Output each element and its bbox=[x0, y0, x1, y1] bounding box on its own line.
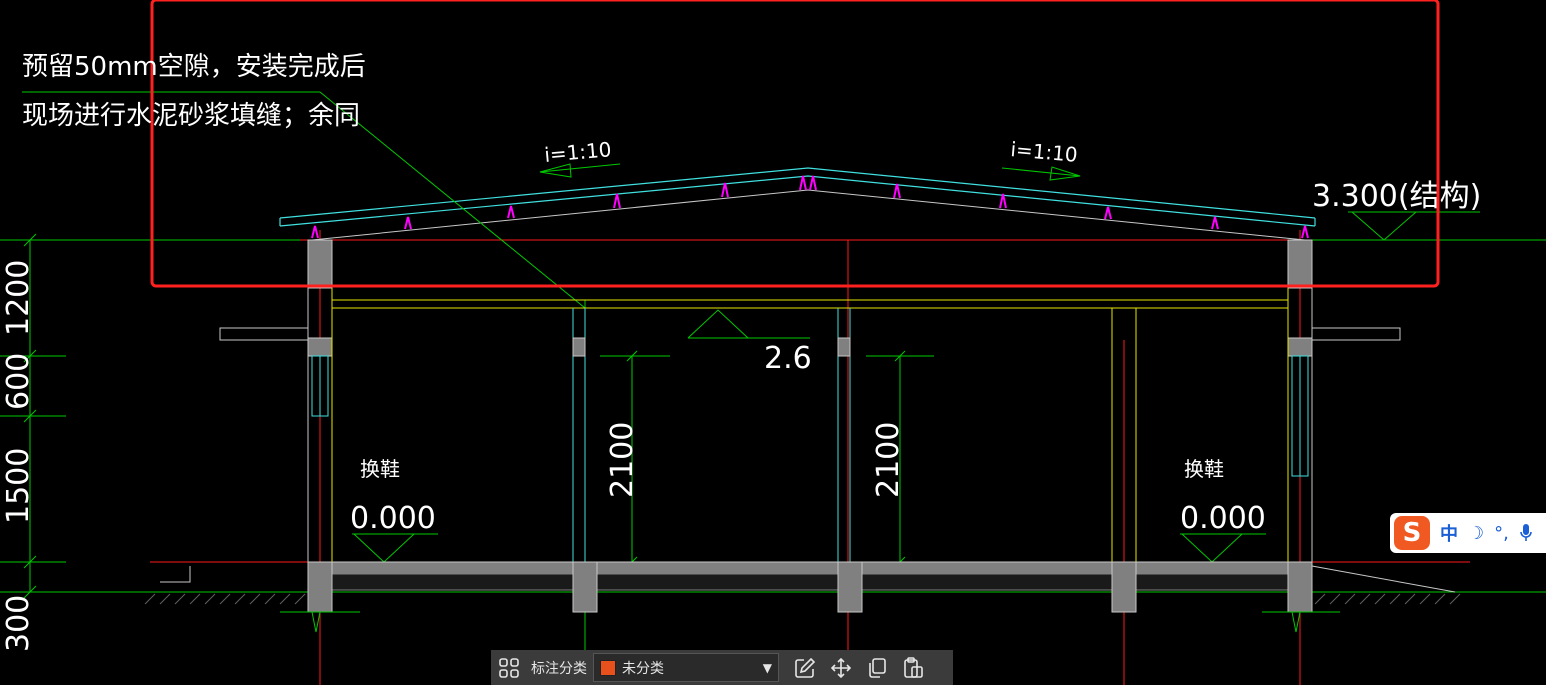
selection-rectangle[interactable] bbox=[150, 0, 1440, 288]
roof-slab bbox=[279, 167, 1316, 227]
ime-punctuation-toggle[interactable]: °, bbox=[1494, 523, 1509, 544]
category-color-swatch bbox=[600, 659, 616, 676]
chevron-down-icon: ▼ bbox=[762, 660, 772, 675]
copy-icon[interactable] bbox=[859, 650, 895, 685]
roof-level-text: 3.300(结构) bbox=[1312, 179, 1481, 214]
partition-1 bbox=[572, 308, 586, 562]
floor-level-mark-right bbox=[1180, 533, 1266, 563]
annotation-category-label: 标注分类 bbox=[531, 660, 587, 677]
roof-level-mark bbox=[1348, 211, 1480, 241]
floor-slab bbox=[307, 561, 1313, 613]
exterior-wall-right bbox=[1287, 239, 1401, 562]
floor-level-right: 0.000 bbox=[1180, 501, 1266, 536]
move-icon[interactable] bbox=[823, 650, 859, 685]
exterior-wall-left bbox=[219, 239, 333, 562]
footing-markers bbox=[280, 611, 1340, 633]
dimension-1500: 1500 bbox=[1, 448, 36, 524]
ground-hatch bbox=[144, 593, 1461, 605]
slope-label-left: i=1:10 bbox=[543, 137, 612, 167]
grid-icon[interactable] bbox=[491, 650, 527, 685]
paste-icon[interactable] bbox=[895, 650, 931, 685]
mic-icon[interactable] bbox=[1519, 523, 1533, 543]
annotation-line-1: 预留50mm空隙，安装完成后 bbox=[22, 52, 366, 82]
category-selected-value: 未分类 bbox=[622, 660, 664, 677]
door-height-right: 2100 bbox=[871, 422, 906, 498]
ime-moon-icon[interactable]: ☽ bbox=[1468, 523, 1484, 544]
roof-underside bbox=[311, 189, 1306, 241]
ime-language-toggle[interactable]: 中 bbox=[1440, 520, 1458, 546]
slope-label-right: i=1:10 bbox=[1010, 137, 1079, 167]
dimension-600: 600 bbox=[1, 353, 36, 410]
edit-icon[interactable] bbox=[787, 650, 823, 685]
room-label-right: 换鞋 bbox=[1184, 457, 1224, 481]
dimension-300: 300 bbox=[1, 595, 36, 652]
annotation-toolbar: 标注分类 未分类 ▼ bbox=[491, 650, 953, 685]
beam-level-text: 2.6 bbox=[764, 341, 812, 376]
floor-level-mark-left bbox=[352, 533, 438, 563]
slope-arrow-right bbox=[1001, 166, 1081, 181]
room-label-left: 换鞋 bbox=[360, 457, 400, 481]
door-height-left: 2100 bbox=[605, 422, 640, 498]
sogou-logo-icon[interactable]: S bbox=[1394, 516, 1430, 550]
dimension-1200: 1200 bbox=[1, 260, 36, 336]
ime-status-bar[interactable]: S 中 ☽ °, bbox=[1390, 513, 1546, 553]
annotation-line-2: 现场进行水泥砂浆填缝；余同 bbox=[22, 101, 361, 131]
beam-level-mark bbox=[687, 309, 810, 339]
floor-level-left: 0.000 bbox=[350, 501, 436, 536]
ceiling-beam bbox=[332, 299, 1288, 309]
annotation-category-select[interactable]: 未分类 ▼ bbox=[593, 653, 779, 682]
